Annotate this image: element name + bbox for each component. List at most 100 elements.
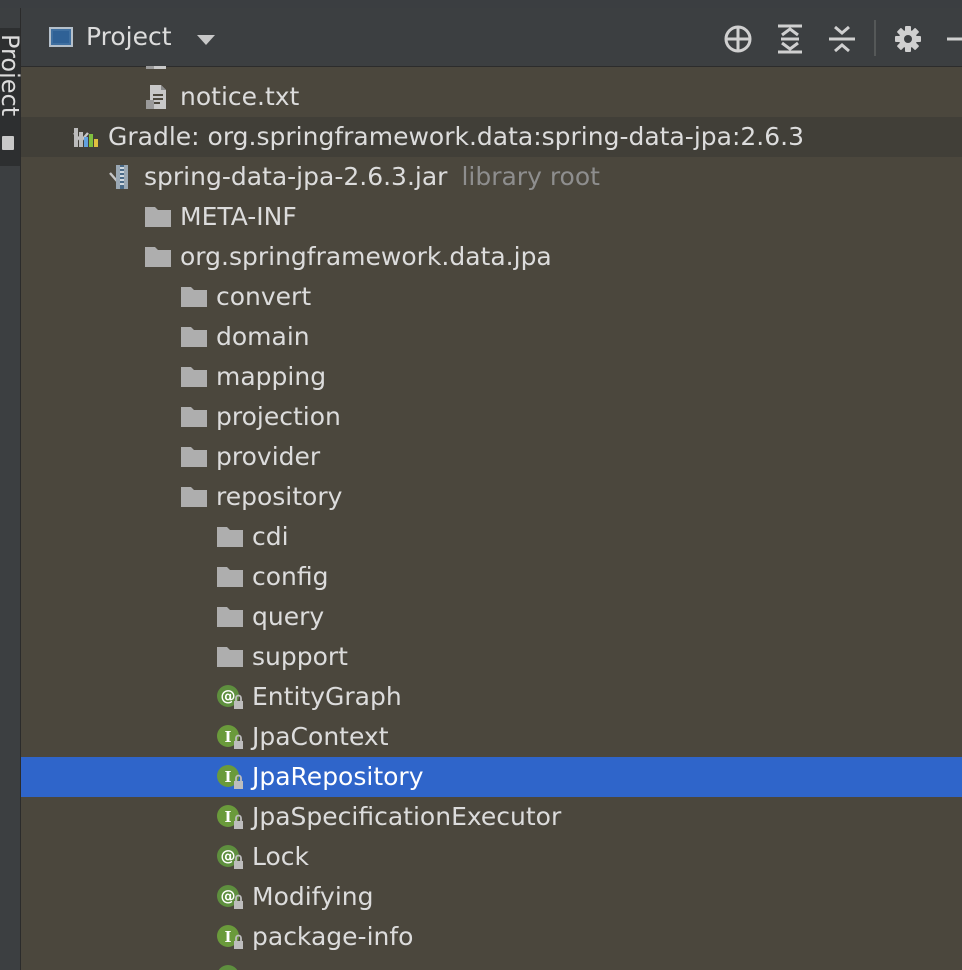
tree-row-text: Modifying <box>252 882 374 911</box>
tree-row-mapping[interactable]: mapping <box>21 357 962 397</box>
folder-icon <box>216 644 244 670</box>
tree-row-text: EntityGraph <box>252 682 402 711</box>
tree-row-label: spring-data-jpa-2.6.3.jar library root <box>144 162 600 192</box>
folder-icon <box>216 564 244 590</box>
tree-row-repository[interactable]: repository <box>21 477 962 517</box>
tree-row-label: repository <box>216 482 342 512</box>
tree-row-text: mapping <box>216 362 327 391</box>
tree-row-label: Modifying <box>252 882 374 912</box>
svg-text:@: @ <box>221 847 236 865</box>
svg-text:I: I <box>224 808 231 826</box>
tree-row-entitygraph[interactable]: @ EntityGraph <box>21 677 962 717</box>
chevron-down-icon[interactable] <box>197 35 215 45</box>
tree-row-label: EntityGraph <box>252 682 402 712</box>
tree-row-label: support <box>252 642 348 672</box>
tree-row-cdi[interactable]: cdi <box>21 517 962 557</box>
folder-icon <box>180 284 208 310</box>
tree-row-label: provider <box>216 442 320 472</box>
tree-row-projection[interactable]: projection <box>21 397 962 437</box>
toolbar-separator <box>874 20 876 56</box>
tree-row-gradle-library[interactable]: Gradle: org.springframework.data:spring-… <box>21 117 962 157</box>
tree-row-convert[interactable]: convert <box>21 277 962 317</box>
collapse-all-icon[interactable] <box>825 22 859 56</box>
tree-row-text: META-INF <box>180 202 297 231</box>
tree-row-text: provider <box>216 442 321 471</box>
tree-row-text: JpaSpecificationExecutor <box>252 802 562 831</box>
tree-row-label: Lock <box>252 842 309 872</box>
annotation-icon: @ <box>216 844 244 870</box>
tree-row-jpacontext[interactable]: I JpaContext <box>21 717 962 757</box>
tree-row-spring-data-jpa-jar[interactable]: spring-data-jpa-2.6.3.jar library root <box>21 157 962 197</box>
project-side-tab[interactable]: Project <box>0 28 24 166</box>
tree-row-label: JpaRepository <box>252 762 424 792</box>
tree-row-text: cdi <box>252 522 289 551</box>
tree-row-label: org.springframework.data.jpa <box>180 242 552 272</box>
svg-text:I: I <box>224 928 231 946</box>
annotation-icon: @ <box>216 964 244 970</box>
hide-icon[interactable] <box>941 22 962 56</box>
project-tree[interactable]: notice.txt Gradle: org.springframework.da… <box>21 66 962 970</box>
tree-row-label: mapping <box>216 362 326 392</box>
window-top-edge <box>0 0 962 8</box>
library-root-hint: library root <box>461 162 600 191</box>
tree-row-label: cdi <box>252 522 289 552</box>
folder-icon <box>180 404 208 430</box>
project-side-tab-label: Project <box>0 34 24 117</box>
svg-text:@: @ <box>221 887 236 905</box>
file-text-icon <box>144 84 172 110</box>
folder-icon <box>144 204 172 230</box>
tree-row-partial-top[interactable] <box>21 66 962 77</box>
tree-row-jparepository[interactable]: I JpaRepository <box>21 757 962 797</box>
tree-row-label: notice.txt <box>180 82 299 112</box>
tree-row-text: convert <box>216 282 312 311</box>
tree-row-text: spring-data-jpa-2.6.3.jar <box>144 162 448 191</box>
tree-row-label: JpaSpecificationExecutor <box>252 802 561 832</box>
project-side-tab-icon <box>2 136 14 150</box>
tree-row-domain[interactable]: domain <box>21 317 962 357</box>
folder-icon <box>216 604 244 630</box>
annotation-icon: @ <box>216 684 244 710</box>
tree-row-label: domain <box>216 322 310 352</box>
folder-icon <box>180 324 208 350</box>
svg-text:I: I <box>224 768 231 786</box>
tree-row-config[interactable]: config <box>21 557 962 597</box>
tree-row-text: query <box>252 602 325 631</box>
tree-row-text: projection <box>216 402 341 431</box>
tree-row-text: domain <box>216 322 310 351</box>
locate-icon[interactable] <box>721 22 755 56</box>
left-tool-strip: Project <box>0 8 24 970</box>
tree-row-text: repository <box>216 482 343 511</box>
project-window-icon <box>49 27 73 47</box>
tree-row-text: org.springframework.data.jpa <box>180 242 552 271</box>
tree-row-meta-inf[interactable]: META-INF <box>21 197 962 237</box>
tree-row-query[interactable]: query <box>21 597 962 637</box>
expand-all-icon[interactable] <box>773 22 807 56</box>
tree-row-text: config <box>252 562 329 591</box>
project-view-selector[interactable]: Project <box>86 21 172 53</box>
svg-text:@: @ <box>221 687 236 705</box>
interface-icon: I <box>216 724 244 750</box>
tree-row-modifying[interactable]: @ Modifying <box>21 877 962 917</box>
gradle-library-icon <box>72 124 100 150</box>
gear-icon[interactable] <box>891 22 925 56</box>
interface-icon: I <box>216 764 244 790</box>
tree-row-notice-txt[interactable]: notice.txt <box>21 77 962 117</box>
tree-row-text: support <box>252 642 348 671</box>
tree-row-package-jpa[interactable]: org.springframework.data.jpa <box>21 237 962 277</box>
tree-row-text: Gradle: org.springframework.data:spring-… <box>108 122 804 151</box>
folder-icon <box>180 444 208 470</box>
tree-row-package-info[interactable]: Ipackage-info <box>21 917 962 957</box>
tree-row-label: package-info <box>252 922 413 952</box>
tree-row-jpaspecificationexecutor[interactable]: I JpaSpecificationExecutor <box>21 797 962 837</box>
folder-icon <box>180 484 208 510</box>
jar-archive-icon <box>108 164 136 190</box>
tree-row-support[interactable]: support <box>21 637 962 677</box>
svg-text:I: I <box>224 728 231 746</box>
file-text-icon <box>144 66 172 70</box>
tree-row-provider[interactable]: provider <box>21 437 962 477</box>
tree-row-partial-bottom[interactable]: @ <box>21 957 962 970</box>
tree-row-label: Gradle: org.springframework.data:spring-… <box>108 122 804 152</box>
tree-row-lock[interactable]: @ Lock <box>21 837 962 877</box>
tree-row-text: notice.txt <box>180 82 300 111</box>
tree-row-label: META-INF <box>180 202 297 232</box>
